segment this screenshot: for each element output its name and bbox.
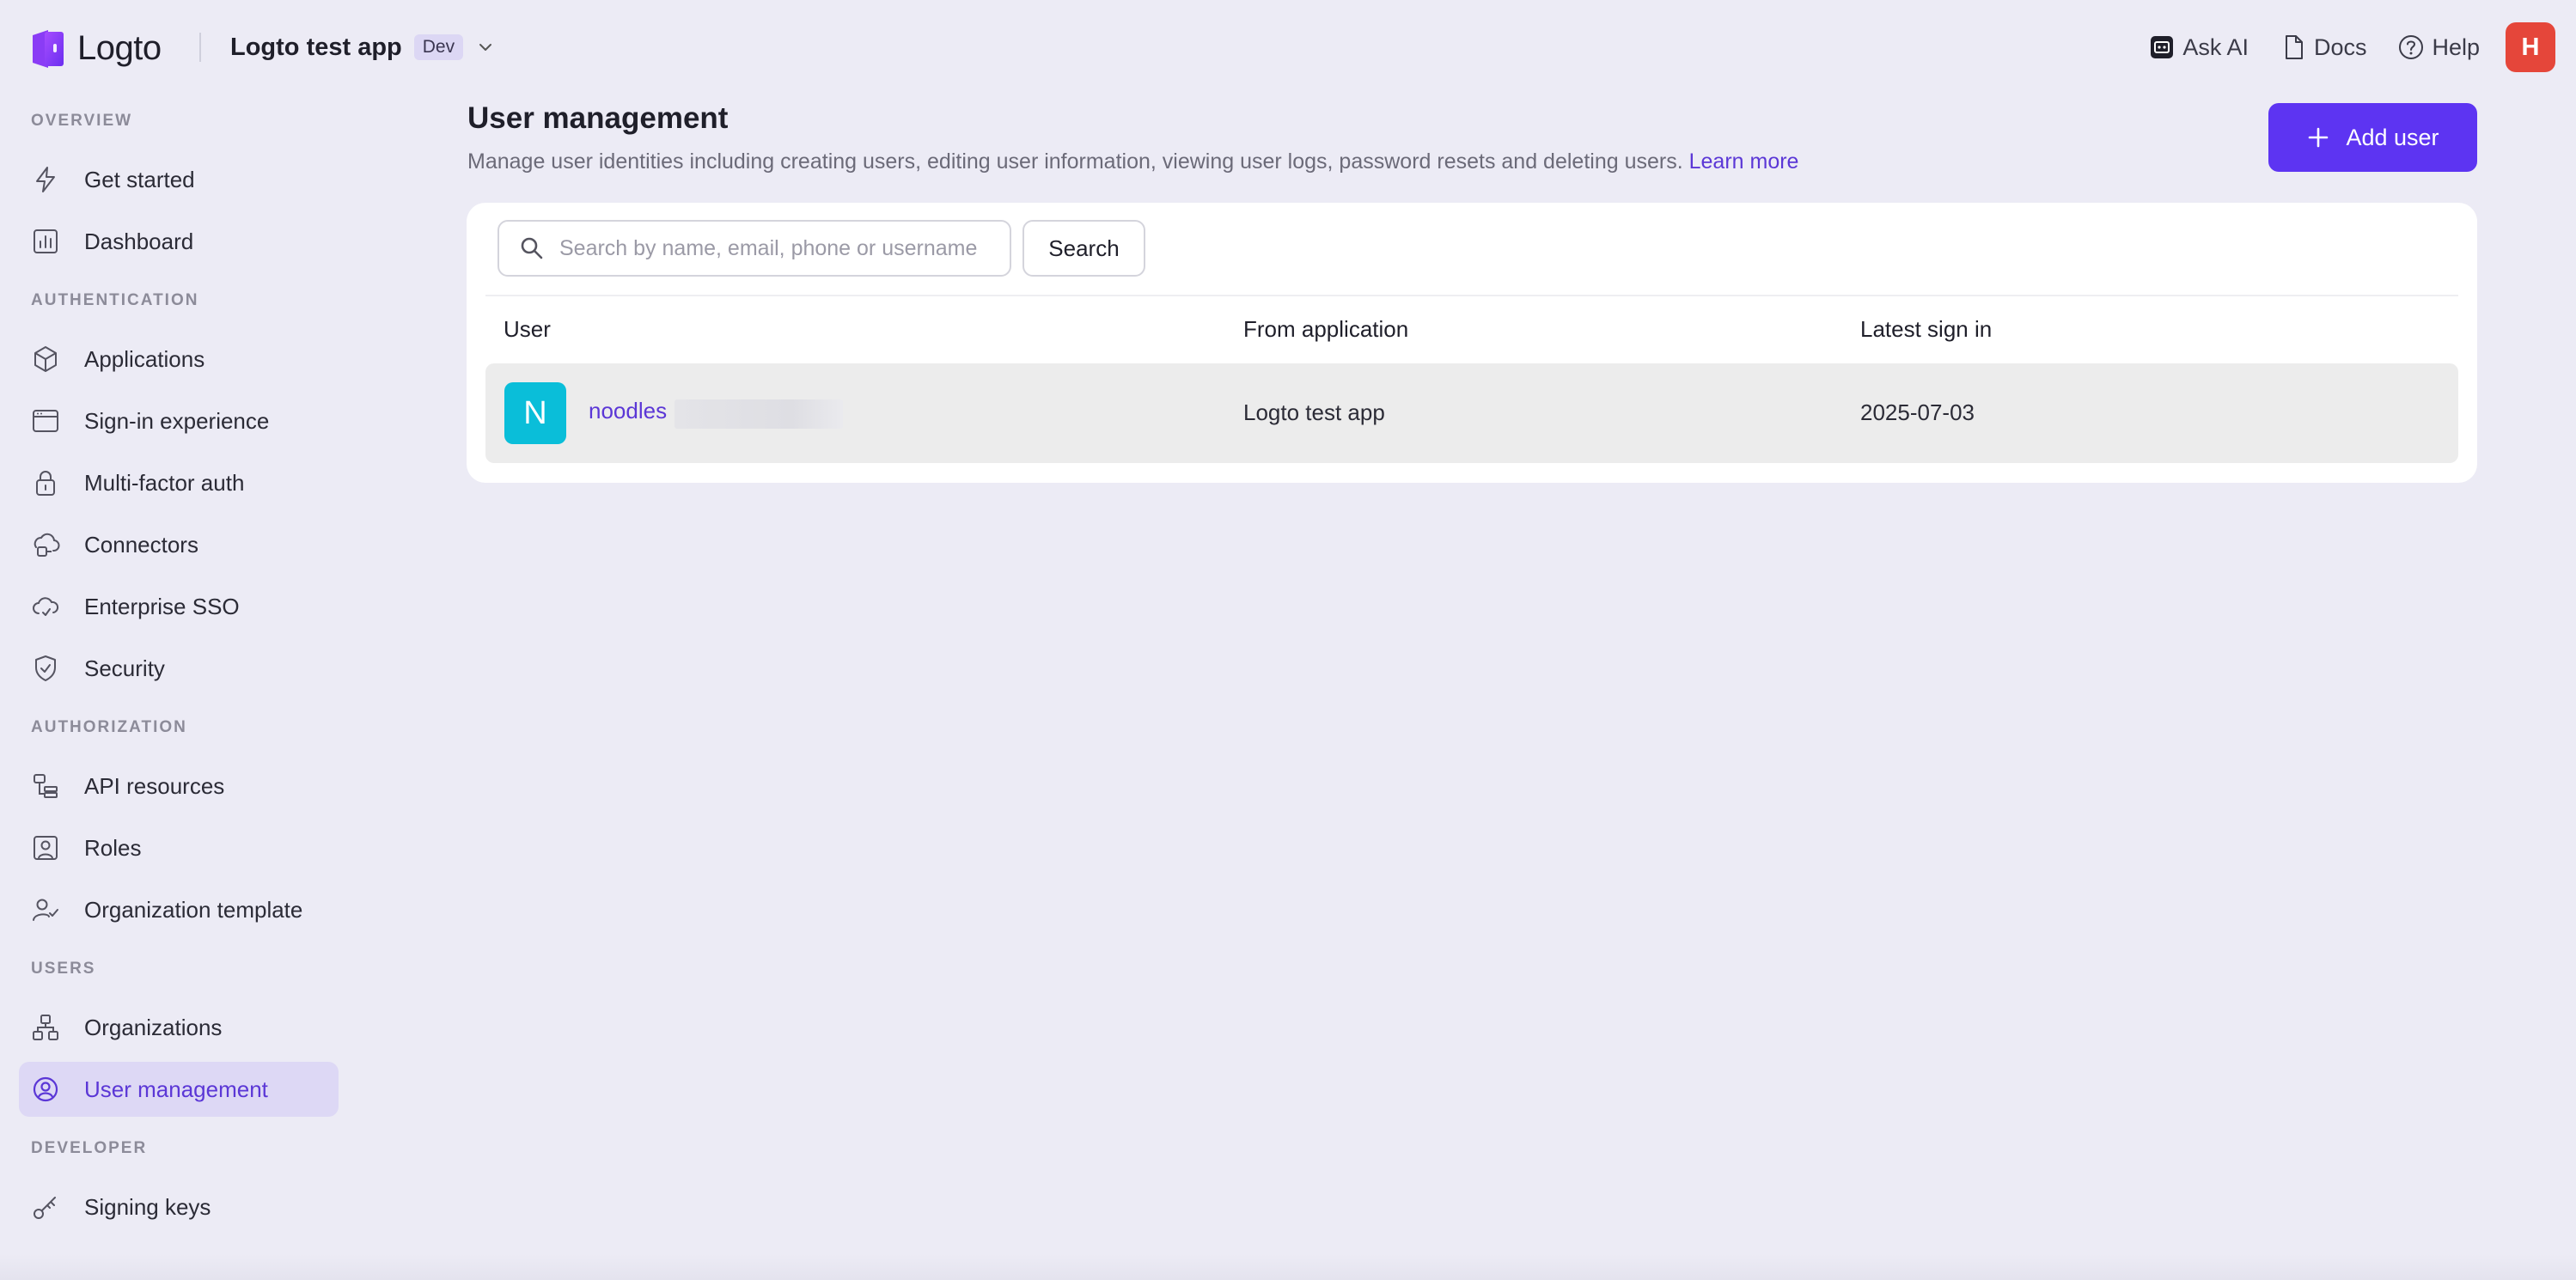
search-icon <box>521 237 543 259</box>
sidebar-item-label: Dashboard <box>84 228 194 254</box>
search-button[interactable]: Search <box>1022 220 1145 277</box>
top-bar: Logto Logto test app Dev Ask AI Docs Hel… <box>0 0 2576 94</box>
sidebar-item-organization-template[interactable]: Organization template <box>19 882 339 937</box>
sidebar-item-get-started[interactable]: Get started <box>19 152 339 207</box>
plus-icon <box>2309 127 2329 148</box>
user-avatar: N <box>504 382 566 444</box>
tenant-switcher[interactable]: Logto test app Dev <box>230 27 496 67</box>
help-label: Help <box>2432 34 2480 60</box>
sidebar-item-label: Get started <box>84 166 195 192</box>
cloud-icon <box>33 597 59 616</box>
logo[interactable]: Logto <box>29 24 162 72</box>
description-text: Manage user identities including creatin… <box>467 149 1683 174</box>
search-input[interactable] <box>559 235 1006 261</box>
table-row[interactable]: N noodles Logto test app 2025-07-03 <box>485 363 2458 463</box>
sidebar-item-roles[interactable]: Roles <box>19 820 339 875</box>
column-header-user: User <box>504 316 551 342</box>
user-circle-icon <box>33 1076 58 1102</box>
sidebar-item-security[interactable]: Security <box>19 641 339 696</box>
section-overview: OVERVIEW <box>31 112 133 130</box>
sidebar-item-connectors[interactable]: Connectors <box>19 517 339 572</box>
column-header-from-application: From application <box>1243 316 1409 342</box>
cube-icon <box>34 346 57 372</box>
help-icon <box>2399 35 2424 59</box>
docs-icon <box>2285 35 2303 59</box>
sidebar-item-label: Roles <box>84 834 142 861</box>
sidebar-item-signing-keys[interactable]: Signing keys <box>19 1179 339 1234</box>
page-description: Manage user identities including creatin… <box>467 149 1798 174</box>
docs-button[interactable]: Docs <box>2280 34 2367 61</box>
users-table-card: Search User From application Latest sign… <box>467 203 2477 483</box>
role-icon <box>34 836 58 860</box>
sidebar-item-label: Sign-in experience <box>84 407 270 434</box>
sidebar-item-label: Security <box>84 655 165 681</box>
sidebar: OVERVIEW Get started Dashboard AUTHENTIC… <box>0 94 352 1280</box>
api-icon <box>34 774 58 798</box>
app-name: Logto test app <box>230 33 402 61</box>
logo-text: Logto <box>77 28 162 67</box>
header-divider <box>199 33 201 62</box>
key-icon <box>34 1197 56 1219</box>
sidebar-item-label: User management <box>84 1076 268 1102</box>
sidebar-item-organizations[interactable]: Organizations <box>19 1000 339 1055</box>
sidebar-item-multi-factor-auth[interactable]: Multi-factor auth <box>19 455 339 510</box>
page-title: User management <box>467 101 729 135</box>
help-button[interactable]: Help <box>2397 34 2480 61</box>
add-user-button[interactable]: Add user <box>2268 103 2477 172</box>
user-name-link[interactable]: noodles <box>589 398 667 424</box>
learn-more-link[interactable]: Learn more <box>1689 149 1799 174</box>
sidebar-item-applications[interactable]: Applications <box>19 332 339 387</box>
connector-icon <box>34 533 60 557</box>
sidebar-item-label: Organizations <box>84 1014 223 1040</box>
logto-logo-icon <box>33 30 64 68</box>
sidebar-item-label: API resources <box>84 772 225 799</box>
shield-icon <box>35 655 56 681</box>
section-users: USERS <box>31 960 96 978</box>
env-badge: Dev <box>413 34 464 60</box>
window-icon <box>33 410 58 432</box>
top-actions: Ask AI Docs Help H <box>2148 22 2555 72</box>
lightning-icon <box>36 167 55 192</box>
sidebar-item-label: Enterprise SSO <box>84 593 240 619</box>
from-application-cell: Logto test app <box>1243 399 1385 425</box>
add-user-label: Add user <box>2346 124 2439 150</box>
ask-ai-label: Ask AI <box>2182 34 2249 60</box>
table-divider <box>485 295 2458 296</box>
section-authorization: AUTHORIZATION <box>31 718 187 736</box>
section-authentication: AUTHENTICATION <box>31 291 199 309</box>
sidebar-item-label: Signing keys <box>84 1193 211 1220</box>
ask-ai-button[interactable]: Ask AI <box>2148 34 2249 61</box>
section-developer: DEVELOPER <box>31 1139 148 1157</box>
sidebar-item-sign-in-experience[interactable]: Sign-in experience <box>19 393 339 448</box>
chevron-down-icon <box>479 44 492 51</box>
sidebar-item-enterprise-sso[interactable]: Enterprise SSO <box>19 579 339 634</box>
bottom-fade <box>0 1254 2576 1280</box>
latest-sign-in-cell: 2025-07-03 <box>1860 399 1975 425</box>
docs-label: Docs <box>2313 34 2367 60</box>
sidebar-item-dashboard[interactable]: Dashboard <box>19 214 339 269</box>
column-header-latest-sign-in: Latest sign in <box>1860 316 1993 342</box>
redacted-text <box>675 399 843 429</box>
ai-icon <box>2151 36 2174 58</box>
user-check-icon <box>33 899 58 921</box>
sidebar-item-label: Applications <box>84 345 205 372</box>
sidebar-item-api-resources[interactable]: API resources <box>19 759 339 814</box>
org-icon <box>33 1015 58 1040</box>
sidebar-item-user-management[interactable]: User management <box>19 1062 339 1117</box>
chart-icon <box>34 229 58 253</box>
lock-icon <box>36 471 55 496</box>
sidebar-item-label: Organization template <box>84 896 303 923</box>
sidebar-item-label: Connectors <box>84 531 198 558</box>
account-avatar[interactable]: H <box>2506 22 2555 72</box>
sidebar-item-label: Multi-factor auth <box>84 469 245 496</box>
search-field[interactable] <box>497 220 1011 277</box>
